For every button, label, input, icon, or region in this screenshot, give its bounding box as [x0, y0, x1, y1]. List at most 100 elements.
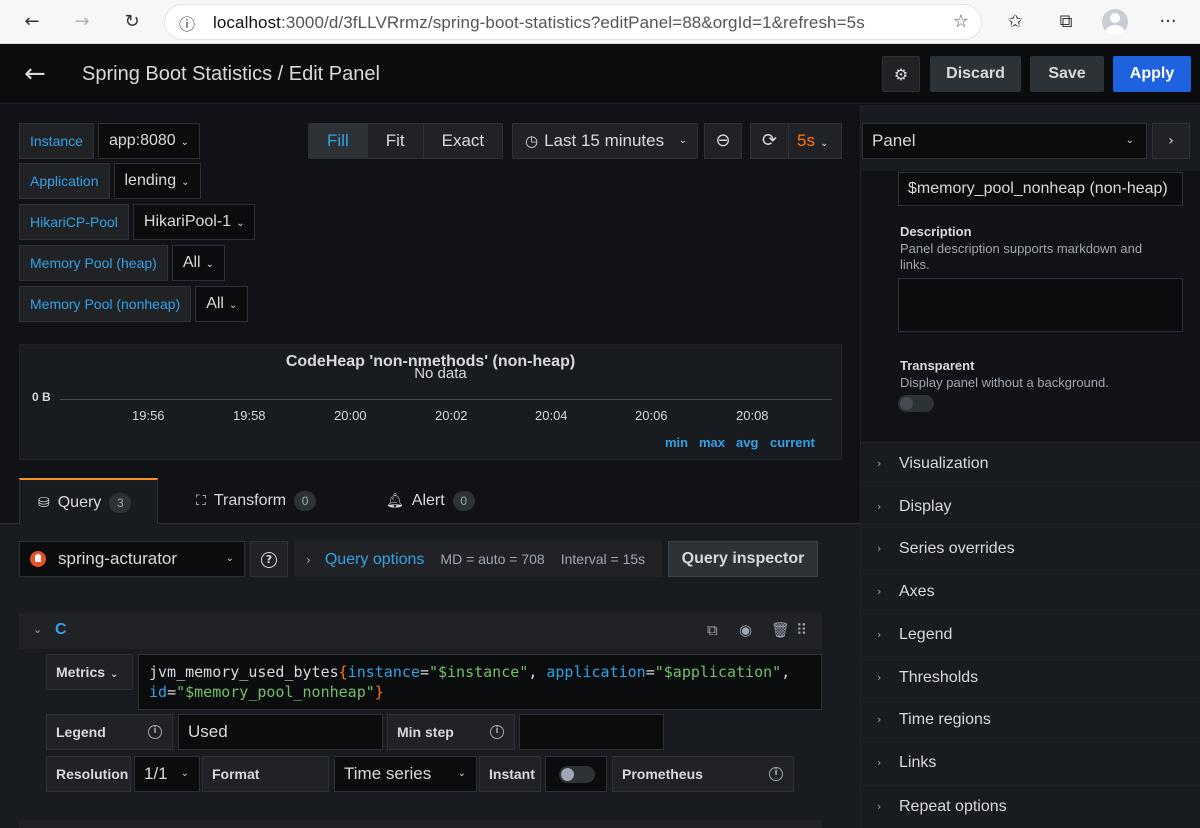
- tab-count-badge: 0: [452, 490, 475, 511]
- settings-gear-button[interactable]: ⚙: [882, 56, 920, 92]
- refresh-interval-select[interactable]: 5s ⌄: [789, 124, 828, 158]
- format-label: Format: [202, 756, 329, 792]
- chevron-right-icon: ›: [877, 671, 882, 684]
- discard-button[interactable]: Discard: [930, 56, 1021, 92]
- section-links[interactable]: › Links: [862, 741, 1200, 783]
- variable-memory-pool-heap: Memory Pool (heap) All ⌄: [19, 245, 225, 281]
- variable-label: Memory Pool (heap): [19, 245, 168, 281]
- variable-select-hikaricp-pool[interactable]: HikariPool-1 ⌄: [132, 204, 256, 240]
- forward-arrow-icon[interactable]: →: [68, 8, 96, 36]
- min-step-input[interactable]: [519, 714, 664, 750]
- save-button[interactable]: Save: [1030, 56, 1104, 92]
- browser-toolbar: ← → ↻ ⓘ localhost:3000/d/3fLLVRrmz/sprin…: [0, 0, 1200, 44]
- refresh-button[interactable]: ⟳: [751, 124, 789, 158]
- section-legend[interactable]: › Legend: [862, 613, 1200, 655]
- chevron-down-icon: ⌄: [205, 259, 214, 270]
- section-thresholds[interactable]: › Thresholds: [862, 656, 1200, 698]
- tab-transform[interactable]: ⛶ Transform 0: [196, 478, 317, 524]
- instant-toggle[interactable]: [545, 756, 607, 792]
- url-text[interactable]: localhost:3000/d/3fLLVRrmz/spring-boot-s…: [213, 13, 865, 33]
- tab-query[interactable]: ⛁ Query 3: [19, 478, 158, 524]
- chevron-down-icon: ⌄: [225, 553, 234, 564]
- time-range-picker[interactable]: ◷ Last 15 minutes ⌄: [512, 123, 698, 159]
- chevron-right-icon: ›: [877, 585, 882, 598]
- datasource-picker[interactable]: spring-acturator ⌄: [19, 541, 245, 577]
- chevron-down-icon: ⌄: [180, 137, 190, 148]
- address-bar[interactable]: ⓘ localhost:3000/d/3fLLVRrmz/spring-boot…: [164, 4, 982, 40]
- back-arrow-icon[interactable]: ←: [18, 8, 46, 36]
- more-menu-icon[interactable]: ···: [1154, 8, 1182, 36]
- tab-count-badge: 0: [294, 490, 317, 511]
- chevron-down-icon: ⌄: [180, 768, 189, 779]
- legend-field-label: Legend i: [46, 714, 173, 750]
- transparent-toggle[interactable]: [898, 395, 934, 412]
- legend-header-min[interactable]: min: [665, 435, 688, 450]
- x-tick-label: 20:06: [635, 408, 668, 423]
- transparent-help: Display panel without a background.: [900, 375, 1109, 390]
- x-tick-label: 19:58: [233, 408, 266, 423]
- site-info-icon[interactable]: ⓘ: [179, 11, 195, 35]
- fit-button[interactable]: Fit: [367, 124, 424, 158]
- variable-select-instance[interactable]: app:8080 ⌄: [97, 123, 201, 159]
- query-row-header: ⌄ C ⧉ ◉ 🗑︎ ⠿: [19, 613, 822, 649]
- legend-input[interactable]: Used: [178, 714, 383, 750]
- chevron-down-icon[interactable]: ⌄: [33, 623, 42, 636]
- query-inspector-button[interactable]: Query inspector: [668, 541, 818, 577]
- info-icon[interactable]: i: [769, 767, 783, 781]
- legend-header-avg[interactable]: avg: [736, 435, 758, 450]
- legend-header-max[interactable]: max: [699, 435, 725, 450]
- legend-header-current[interactable]: current: [770, 435, 815, 450]
- query-ref-id[interactable]: C: [55, 621, 67, 639]
- exact-button[interactable]: Exact: [423, 124, 503, 158]
- prometheus-icon: [30, 551, 46, 567]
- collections-icon[interactable]: ⧉: [1052, 8, 1080, 36]
- variable-select-application[interactable]: lending ⌄: [113, 163, 201, 199]
- query-options-toggle[interactable]: › Query options MD = auto = 708 Interval = …: [294, 541, 662, 577]
- tab-count-badge: 3: [109, 492, 132, 513]
- eye-icon[interactable]: ◉: [739, 621, 752, 639]
- prometheus-label: Prometheus i: [612, 756, 794, 792]
- section-repeat-options[interactable]: › Repeat options: [862, 785, 1200, 827]
- transparent-label: Transparent: [900, 358, 975, 373]
- format-select[interactable]: Time series ⌄: [334, 756, 477, 792]
- description-textarea[interactable]: [898, 278, 1183, 332]
- refresh-picker: ⟳ 5s ⌄: [750, 123, 842, 159]
- chevron-right-icon: ›: [877, 457, 882, 470]
- variable-hikaricp-pool: HikariCP-Pool HikariPool-1 ⌄: [19, 204, 256, 240]
- tab-alert[interactable]: 🔔︎ Alert 0: [386, 478, 475, 524]
- back-to-dashboard-icon[interactable]: ←: [24, 58, 56, 90]
- section-display[interactable]: › Display: [862, 485, 1200, 527]
- chevron-right-icon: ›: [877, 713, 882, 726]
- apply-button[interactable]: Apply: [1113, 56, 1191, 92]
- section-visualization[interactable]: › Visualization: [862, 442, 1200, 484]
- options-tab-select[interactable]: Panel ⌄: [862, 123, 1147, 159]
- zoom-out-button[interactable]: ⊖: [704, 123, 742, 159]
- metrics-dropdown[interactable]: Metrics ⌄: [46, 654, 133, 690]
- resolution-select[interactable]: 1/1 ⌄: [134, 756, 200, 792]
- panel-size-toggle: Fill Fit Exact: [308, 123, 504, 159]
- info-icon[interactable]: i: [490, 725, 504, 739]
- trash-icon[interactable]: 🗑︎: [771, 621, 790, 639]
- toggle-switch: [559, 766, 595, 783]
- transform-icon: ⛶: [196, 493, 206, 509]
- section-series-overrides[interactable]: › Series overrides: [862, 527, 1200, 569]
- profile-avatar[interactable]: [1102, 9, 1128, 35]
- fill-button[interactable]: Fill: [309, 124, 368, 158]
- favorites-list-icon[interactable]: ✩: [1001, 8, 1029, 36]
- datasource-help-button[interactable]: ?: [250, 541, 288, 577]
- variable-select-memory-pool-nonheap[interactable]: All ⌄: [195, 286, 249, 322]
- panel-title-input[interactable]: $memory_pool_nonheap (non-heap): [898, 172, 1183, 206]
- drag-handle-icon[interactable]: ⠿: [796, 621, 807, 639]
- section-time-regions[interactable]: › Time regions: [862, 698, 1200, 740]
- variable-select-memory-pool-heap[interactable]: All ⌄: [171, 245, 225, 281]
- info-icon[interactable]: i: [148, 725, 162, 739]
- reload-icon[interactable]: ↻: [118, 8, 146, 36]
- duplicate-query-icon[interactable]: ⧉: [707, 621, 718, 639]
- chevron-down-icon: ⌄: [181, 177, 190, 188]
- section-axes[interactable]: › Axes: [862, 570, 1200, 612]
- favorite-star-icon[interactable]: ☆: [953, 11, 969, 32]
- promql-query-editor[interactable]: jvm_memory_used_bytes{instance="$instanc…: [138, 654, 822, 710]
- bell-icon: 🔔︎: [386, 493, 404, 509]
- no-data-message: No data: [414, 365, 467, 382]
- collapse-options-button[interactable]: ›: [1152, 123, 1190, 159]
